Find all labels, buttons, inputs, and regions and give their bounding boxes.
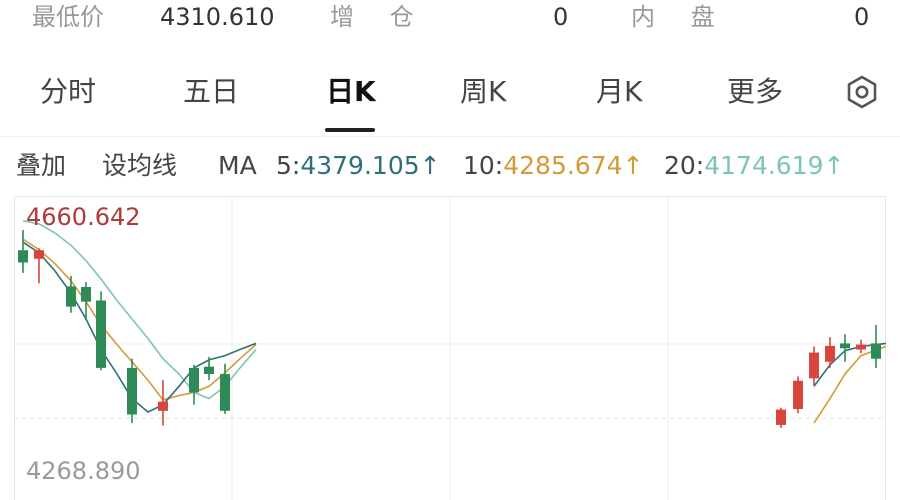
tabs-divider <box>0 136 900 137</box>
overlay-button[interactable]: 叠加 <box>16 148 66 184</box>
settings-icon[interactable] <box>844 74 880 110</box>
tab-five-day[interactable]: 五日 <box>183 72 239 112</box>
ma-indicator-row: 叠加 设均线 MA 5:4379.105↑ 10:4285.674↑ 20:41… <box>0 148 900 188</box>
candle-up <box>158 401 168 411</box>
candle-up <box>34 250 44 259</box>
tab-intraday[interactable]: 分时 <box>40 72 96 112</box>
ma20-line <box>22 220 257 400</box>
candle-up <box>776 409 786 425</box>
inner-volume-value: 0 <box>854 3 870 31</box>
ma5-up-arrow-icon: ↑ <box>419 151 441 180</box>
period-tabs: 分时 五日 日K 周K 月K 更多 <box>0 62 900 134</box>
app-root: 最低价 4310.610 增 仓 0 内 盘 0 分时 五日 日K 周K 月K … <box>0 0 900 500</box>
chart-grid <box>14 196 886 500</box>
candle-up <box>793 380 803 409</box>
chart-price-label: 4268.890 <box>26 457 141 485</box>
ma20-key: 20: <box>664 151 705 180</box>
tab-more[interactable]: 更多 <box>727 72 783 112</box>
low-price-value: 4310.610 <box>160 3 275 31</box>
ma5-key: 5: <box>276 151 301 180</box>
add-position-value: 0 <box>553 3 569 31</box>
candle-down <box>66 286 76 307</box>
tab-monthly-k[interactable]: 月K <box>596 72 642 112</box>
ma10-value: 4285.674 <box>503 151 623 180</box>
ma-label: MA <box>218 151 257 180</box>
ma20-up-arrow-icon: ↑ <box>823 151 845 180</box>
candle-down <box>204 366 214 375</box>
ma10-key: 10: <box>463 151 504 180</box>
candle-down <box>189 367 199 393</box>
candle-down <box>127 367 137 415</box>
candle-up <box>856 344 866 350</box>
candle-down <box>18 250 28 263</box>
ma10-item: 10:4285.674↑ <box>463 148 643 184</box>
candle-down <box>81 286 91 302</box>
inner-volume-label: 内 盘 <box>631 3 729 31</box>
chart-max-price-label: 4660.642 <box>26 203 141 231</box>
low-price-label: 最低价 <box>32 3 104 31</box>
candle-down <box>220 374 230 411</box>
ma5-item: 5:4379.105↑ <box>276 148 441 184</box>
ma5-value: 4379.105 <box>300 151 420 180</box>
add-position-label: 增 仓 <box>330 3 428 31</box>
candle-down <box>840 343 850 349</box>
candle-down <box>96 300 106 368</box>
ma-lines <box>22 220 886 424</box>
candle-up <box>825 345 835 362</box>
ma20-value: 4174.619 <box>704 151 824 180</box>
kline-chart[interactable]: 4660.642 4268.890 <box>14 196 886 500</box>
candles <box>18 229 881 428</box>
tab-daily-k[interactable]: 日K <box>326 72 376 112</box>
candle-down <box>871 343 881 359</box>
quote-stats-row: 最低价 4310.610 增 仓 0 内 盘 0 <box>0 0 900 36</box>
active-tab-indicator <box>325 128 375 132</box>
kline-chart-canvas <box>14 196 886 500</box>
candle-up <box>809 352 819 379</box>
ma10-up-arrow-icon: ↑ <box>622 151 644 180</box>
tab-weekly-k[interactable]: 周K <box>460 72 506 112</box>
set-ma-button[interactable]: 设均线 <box>102 148 177 184</box>
ma20-item: 20:4174.619↑ <box>664 148 844 184</box>
